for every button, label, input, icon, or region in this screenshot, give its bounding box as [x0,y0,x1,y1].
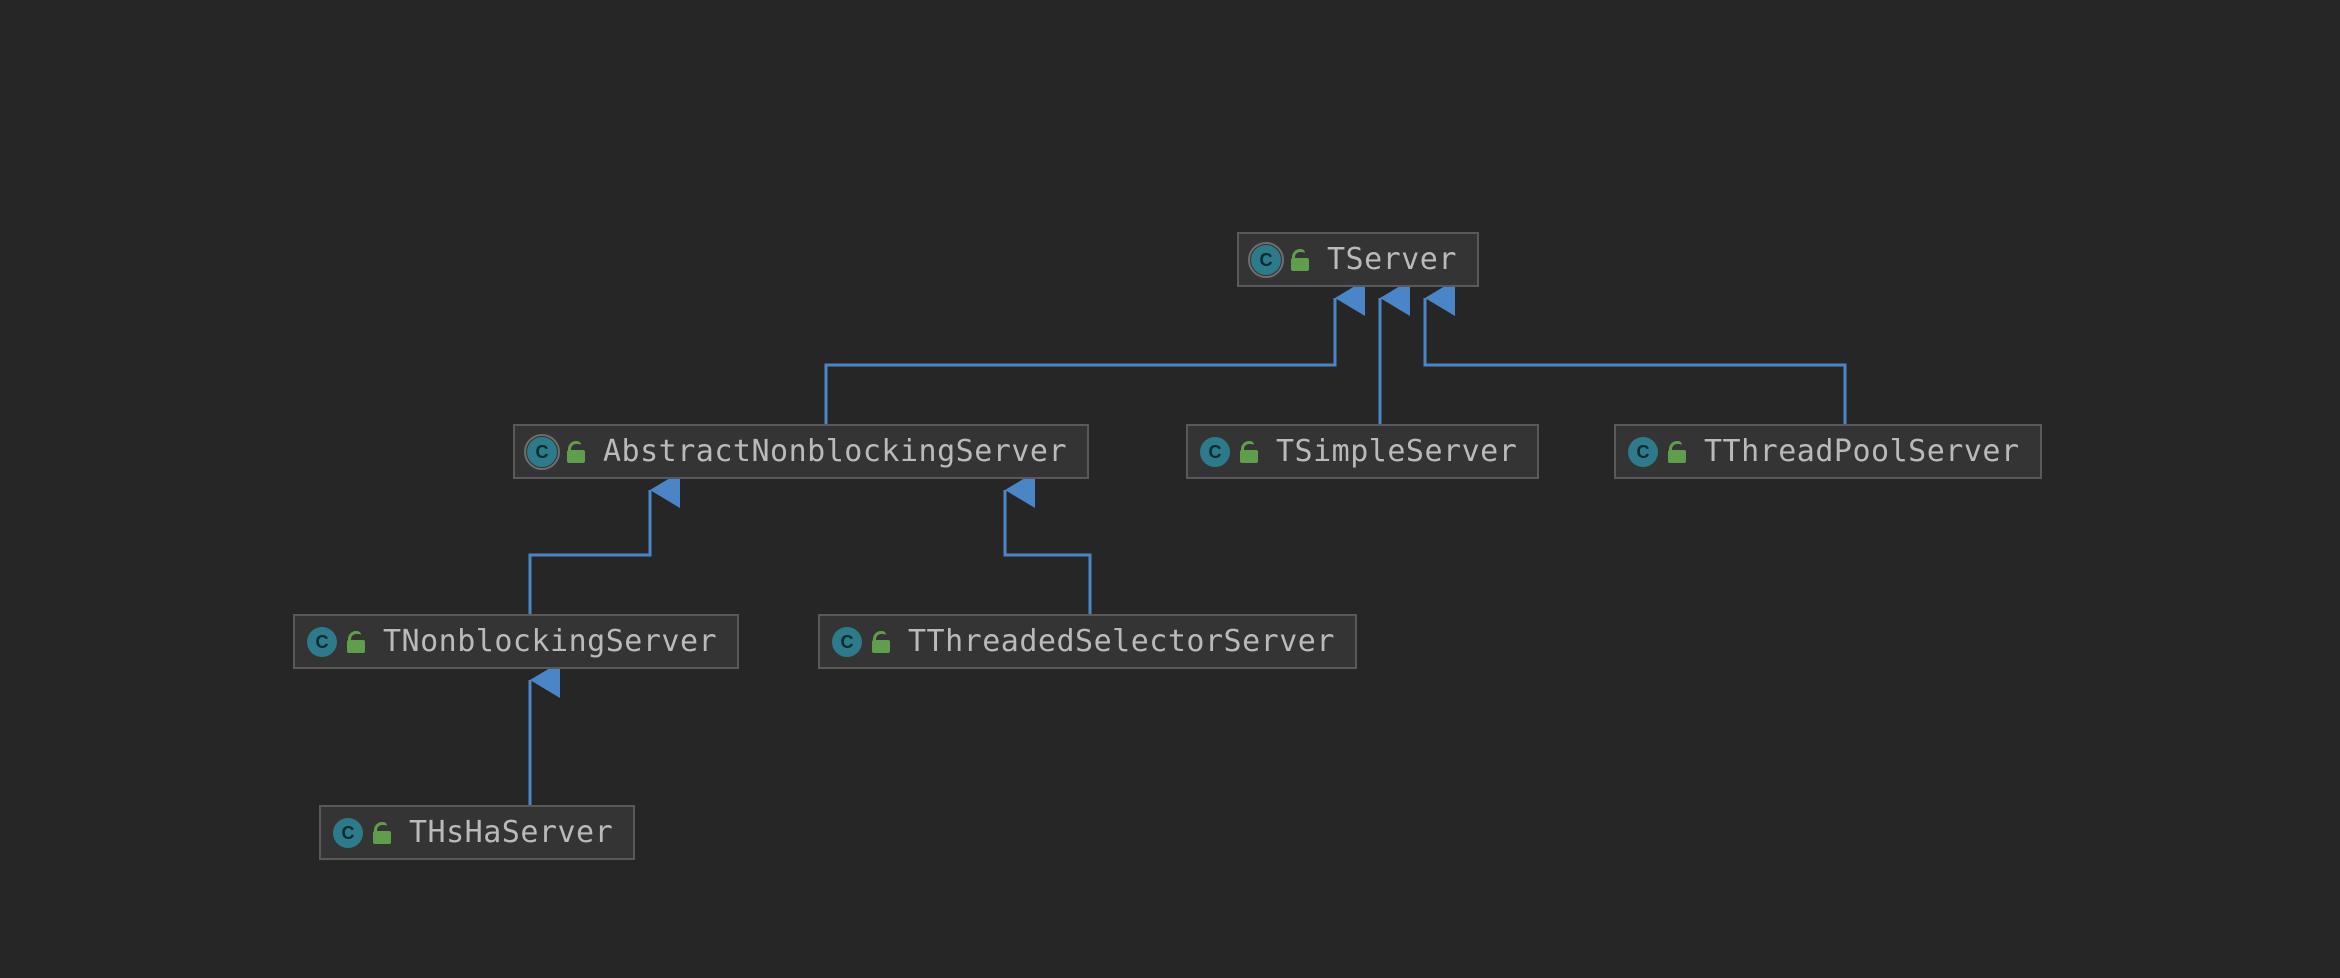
unlock-icon [1668,441,1686,463]
class-icon: C [307,627,337,657]
class-label: TThreadedSelectorServer [908,624,1335,659]
class-node-thshaserver[interactable]: C THsHaServer [319,805,635,860]
class-node-tsimpleserver[interactable]: C TSimpleServer [1186,424,1539,479]
class-icon: C [832,627,862,657]
class-label: TNonblockingServer [383,624,717,659]
class-label: AbstractNonblockingServer [603,434,1067,469]
class-icon: C [333,818,363,848]
unlock-icon [1291,249,1309,271]
class-icon: C [1628,437,1658,467]
unlock-icon [567,441,585,463]
class-node-tserver[interactable]: C TServer [1237,232,1479,287]
class-node-tnonblockingserver[interactable]: C TNonblockingServer [293,614,739,669]
unlock-icon [872,631,890,653]
class-label: TServer [1327,242,1457,277]
class-node-tthreadpoolserver[interactable]: C TThreadPoolServer [1614,424,2042,479]
unlock-icon [1240,441,1258,463]
class-node-abstractnonblockingserver[interactable]: C AbstractNonblockingServer [513,424,1089,479]
unlock-icon [373,822,391,844]
class-icon: C [527,437,557,467]
class-node-tthreadedselectorserver[interactable]: C TThreadedSelectorServer [818,614,1357,669]
class-icon: C [1200,437,1230,467]
class-label: TThreadPoolServer [1704,434,2020,469]
class-label: TSimpleServer [1276,434,1517,469]
class-hierarchy-diagram: C TServer C AbstractNonblockingServer C … [0,0,2340,978]
class-icon: C [1251,245,1281,275]
unlock-icon [347,631,365,653]
class-label: THsHaServer [409,815,613,850]
